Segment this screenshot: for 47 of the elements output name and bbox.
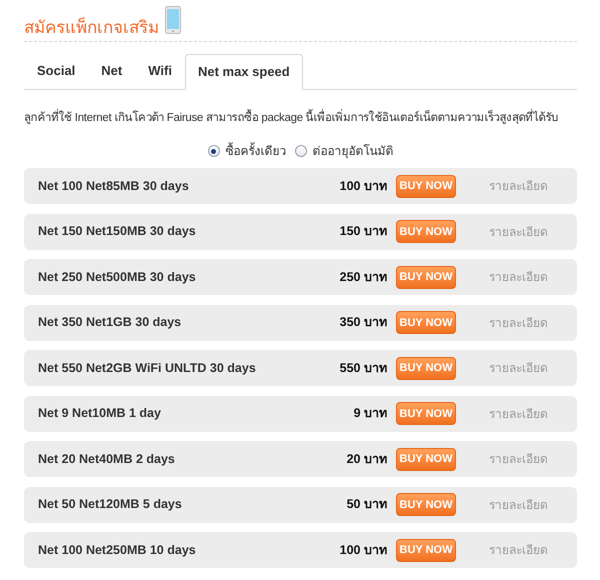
package-name: Net 350 Net1GB 30 days xyxy=(38,314,182,332)
buy-now-button[interactable]: BUY NOW xyxy=(396,448,456,471)
buy-now-button[interactable]: BUY NOW xyxy=(396,402,456,426)
details-link[interactable]: รายละเอียด xyxy=(489,222,577,241)
tab[interactable]: Net xyxy=(88,53,136,89)
package-price: 250 บาท xyxy=(340,268,387,286)
package-name: Net 550 Net2GB WiFi UNLTD 30 days xyxy=(38,360,257,377)
package-price: 50 บาท xyxy=(346,496,387,514)
radio-label: ซื้อครั้งเดียว xyxy=(226,142,286,160)
package-name: Net 100 Net85MB 30 days xyxy=(38,178,190,195)
package-name: Net 150 Net150MB 30 days xyxy=(38,223,197,240)
radio-button[interactable] xyxy=(294,145,306,158)
tab[interactable]: Wifi xyxy=(135,53,185,89)
buy-now-button[interactable]: BUY NOW xyxy=(396,266,456,289)
package-name: Net 250 Net500MB 30 days xyxy=(38,268,197,286)
package-price: 100 บาท xyxy=(340,178,387,195)
page-title: สมัครแพ็กเกจเสริม xyxy=(24,19,159,38)
tab[interactable]: Net max speed xyxy=(184,54,303,90)
details-link[interactable]: รายละเอียด xyxy=(489,496,577,514)
package-price: 100 บาท xyxy=(340,542,387,559)
details-link[interactable]: รายละเอียด xyxy=(489,541,577,560)
buy-now-button[interactable]: BUY NOW xyxy=(396,493,456,516)
buy-now-button[interactable]: BUY NOW xyxy=(396,356,456,380)
package-price: 20 บาท xyxy=(346,450,387,468)
phone-icon xyxy=(165,6,181,34)
details-link[interactable]: รายละเอียด xyxy=(489,404,577,423)
package-name: Net 9 Net10MB 1 day xyxy=(38,405,162,422)
details-link[interactable]: รายละเอียด xyxy=(489,359,577,378)
package-price: 9 บาท xyxy=(354,405,387,422)
details-link[interactable]: รายละเอียด xyxy=(489,314,577,332)
buy-now-button[interactable]: BUY NOW xyxy=(396,174,456,198)
buy-now-button[interactable]: BUY NOW xyxy=(396,220,456,244)
package-name: Net 20 Net40MB 2 days xyxy=(38,450,176,468)
details-link[interactable]: รายละเอียด xyxy=(489,268,577,286)
package-price: 550 บาท xyxy=(340,360,387,377)
radio-button[interactable] xyxy=(208,145,220,158)
package-price: 150 บาท xyxy=(340,223,387,240)
package-price: 350 บาท xyxy=(340,314,387,332)
details-link[interactable]: รายละเอียด xyxy=(489,177,577,196)
package-name: Net 100 Net250MB 10 days xyxy=(38,542,197,559)
radio-label: ต่ออายุอัตโนมัติ xyxy=(312,143,394,160)
buy-now-button[interactable]: BUY NOW xyxy=(396,311,456,334)
description-text: ลูกค้าที่ใช้ Internet เกินโควต้า Fairuse สามารถซื้อ package นี้เพื่อเพิ่มการใช้อินเตอร์เน็ตตามความเร็วสูงสุดที่ได้รับ xyxy=(24,110,577,128)
details-link[interactable]: รายละเอียด xyxy=(489,450,577,468)
tab[interactable]: Social xyxy=(24,53,88,89)
buy-now-button[interactable]: BUY NOW xyxy=(396,538,456,562)
package-name: Net 50 Net120MB 5 days xyxy=(38,496,183,514)
